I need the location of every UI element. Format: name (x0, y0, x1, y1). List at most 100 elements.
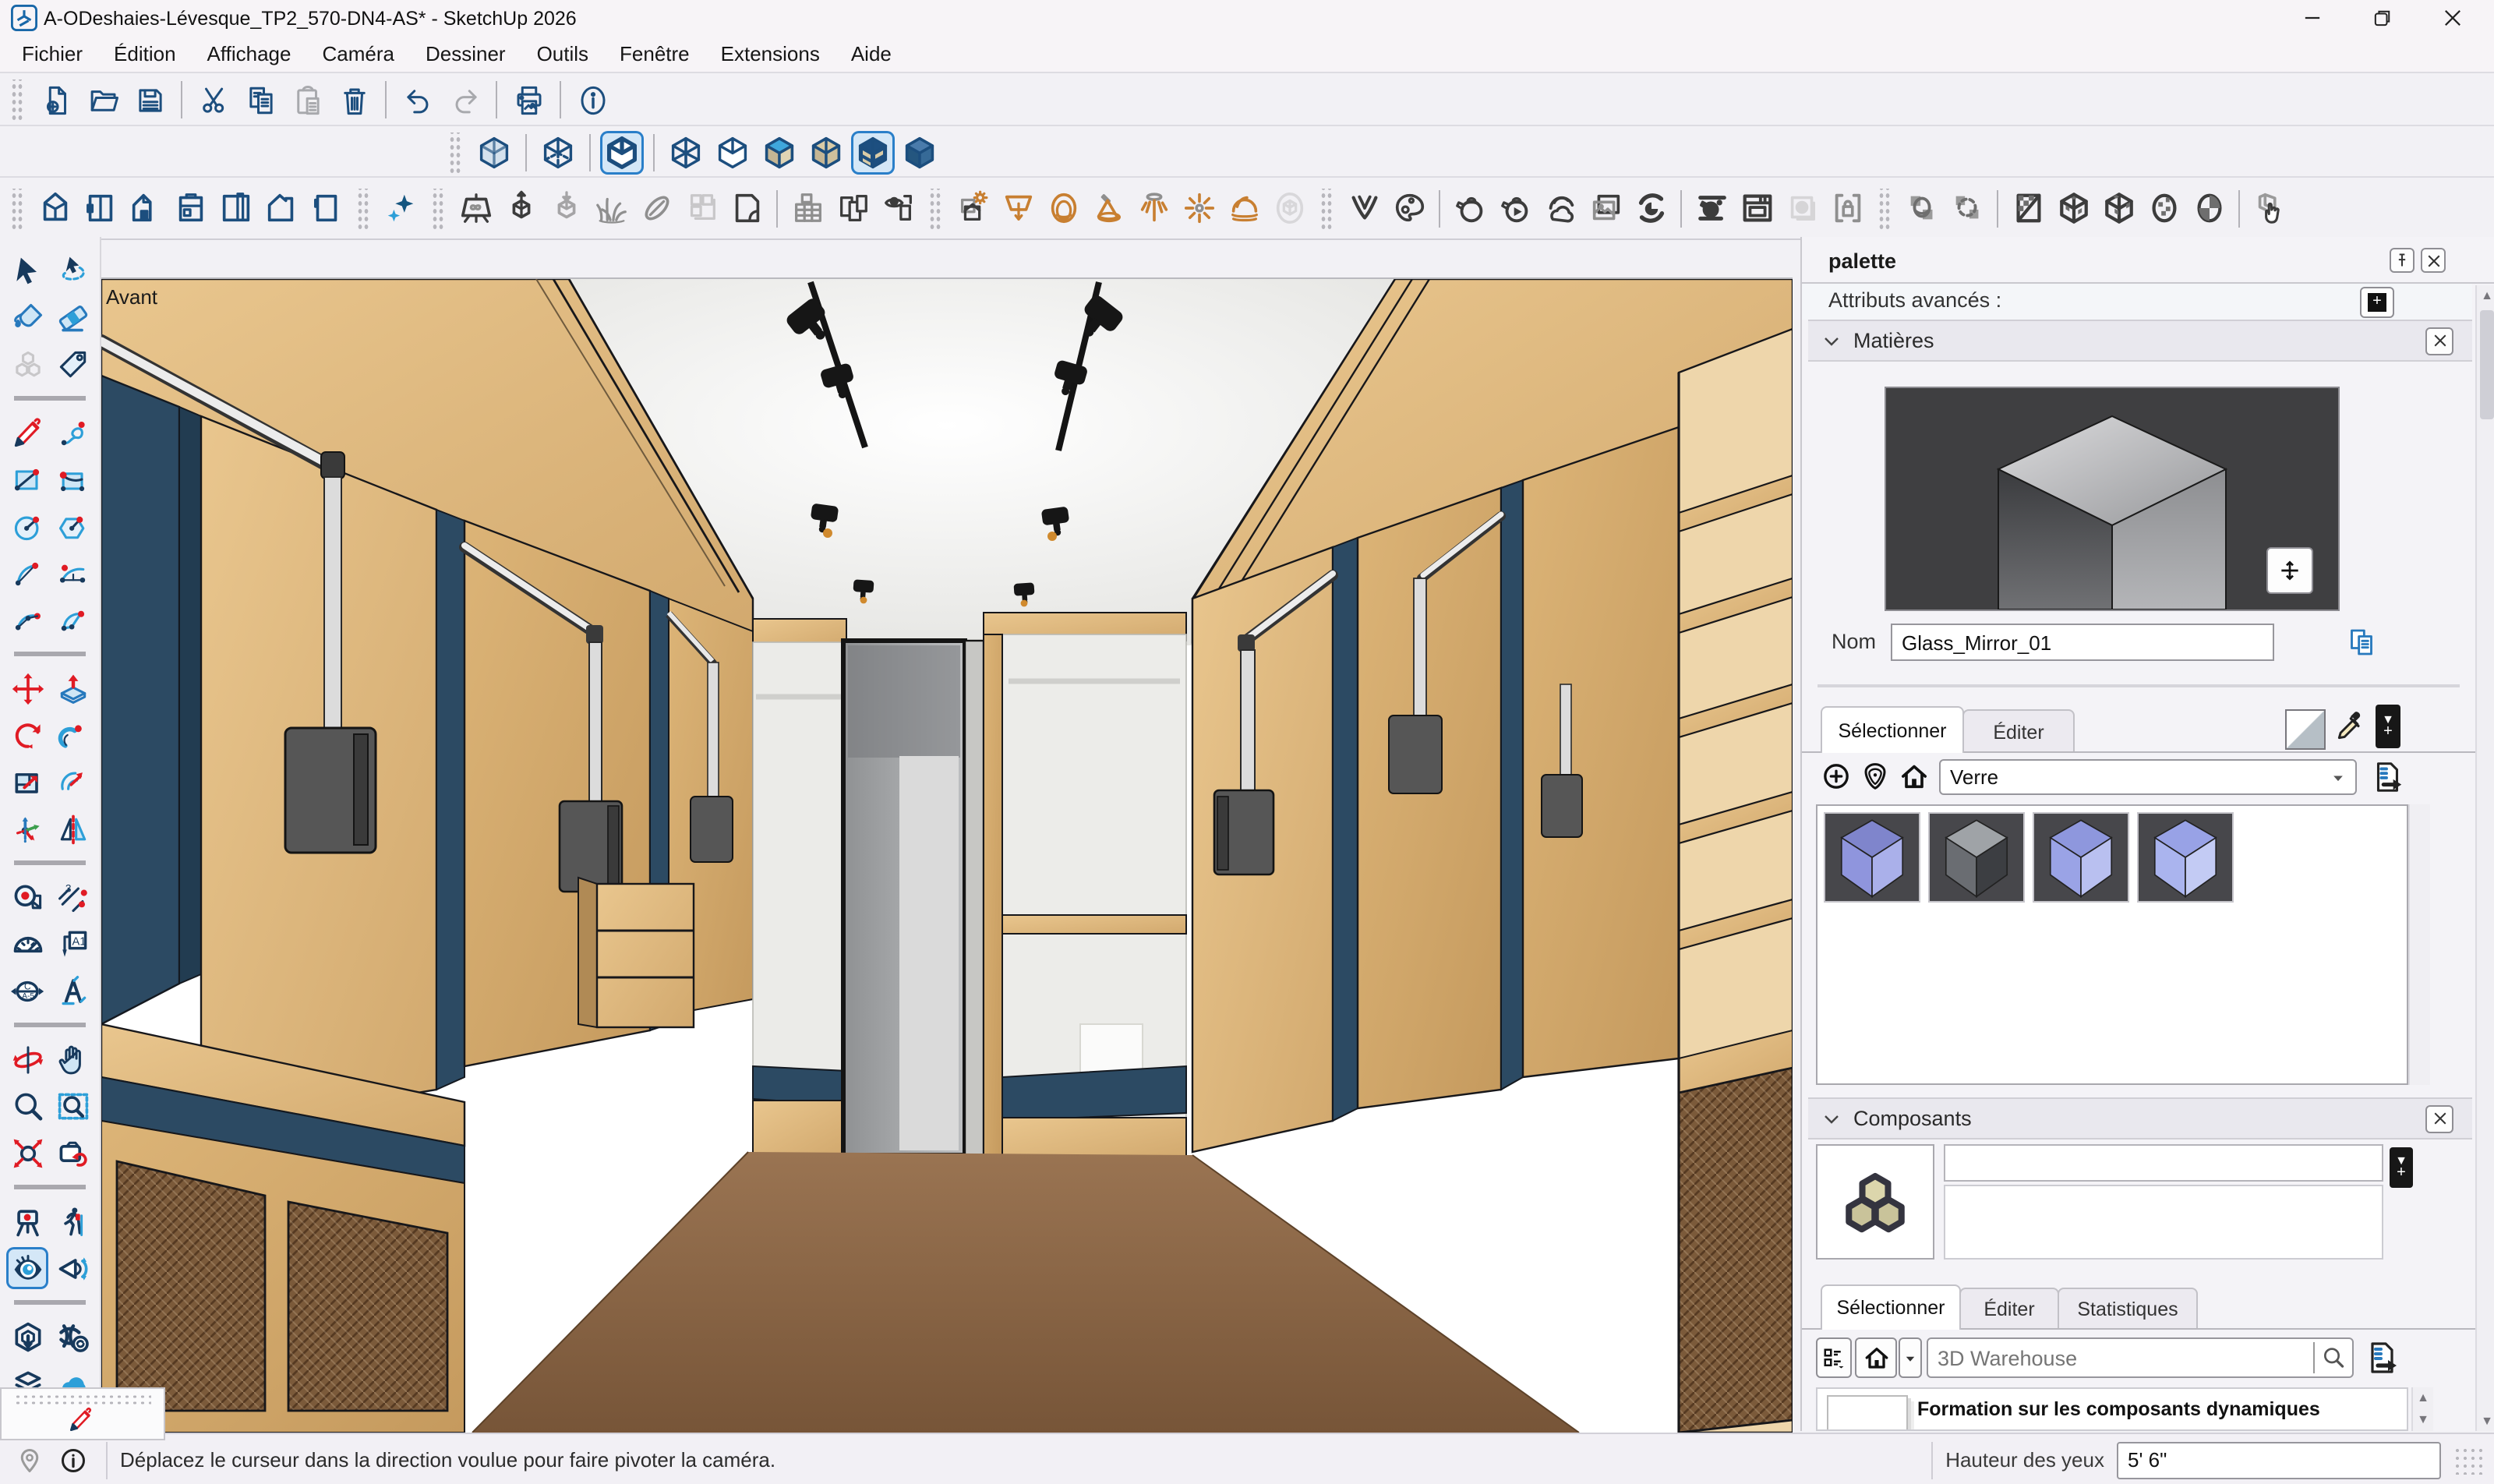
restore-button[interactable] (2358, 2, 2405, 34)
menu-fenetre[interactable]: Fenêtre (604, 39, 705, 69)
default-material-swatch[interactable] (2285, 709, 2326, 750)
tool-texttool-button[interactable]: A1 (51, 923, 94, 965)
tool-circletool-button[interactable] (6, 505, 48, 547)
tool-eraser-button[interactable] (51, 296, 94, 338)
components-tab-statistics[interactable]: Statistiques (2058, 1288, 2198, 1330)
standard-redo-button[interactable] (443, 78, 486, 122)
components-details-button[interactable]: ▼+ (2390, 1147, 2413, 1188)
tool-extwh-button[interactable] (51, 1316, 94, 1358)
tool-poscam-button[interactable] (6, 1200, 48, 1242)
in-model-icon[interactable] (1899, 761, 1930, 792)
tool-lasso-button[interactable] (51, 249, 94, 292)
ext-lockbr-button[interactable] (1825, 186, 1869, 230)
style-ctex2-button[interactable] (851, 130, 895, 174)
collection-dropdown[interactable]: Verre (1939, 759, 2357, 795)
ext-ieslight-button[interactable] (1132, 186, 1175, 230)
material-swatch-1[interactable] (1824, 812, 1920, 903)
ext-cubedown-button[interactable] (544, 186, 588, 230)
ext-chkpage-button[interactable] (2006, 186, 2050, 230)
tool-wh3d-button[interactable] (6, 1316, 48, 1358)
tool-tag-button[interactable] (51, 343, 94, 385)
tool-polytool-button[interactable] (51, 505, 94, 547)
eye-height-input[interactable] (2117, 1441, 2441, 1479)
advanced-attributes-add-button[interactable]: + (2360, 287, 2394, 318)
menu-camera[interactable]: Caméra (306, 39, 410, 69)
ext-meshlight-button[interactable] (1267, 186, 1311, 230)
component-thumbnail[interactable] (1816, 1144, 1934, 1260)
result-thumbnail[interactable] (1827, 1395, 1908, 1431)
ext-imageframe-button[interactable] (1584, 186, 1627, 230)
ext-cubechk1-button[interactable] (2051, 186, 2095, 230)
ext-panels-button[interactable] (831, 186, 874, 230)
drawing-area[interactable]: Avant (101, 277, 1793, 1433)
ext-sunhouse-button[interactable] (951, 186, 994, 230)
tool-arc2-button[interactable] (51, 552, 94, 594)
style-cmono-button[interactable] (898, 130, 941, 174)
collection-list-icon[interactable] (2369, 759, 2405, 795)
tool-recttool-button[interactable] (6, 458, 48, 500)
tool-rotrect-button[interactable] (51, 458, 94, 500)
style-ctex-button[interactable] (804, 130, 848, 174)
credits-icon[interactable] (59, 1446, 87, 1474)
ext-gridpanel-button[interactable] (786, 186, 829, 230)
components-search-input[interactable] (1928, 1346, 2313, 1369)
tool-pushpull-button[interactable] (51, 667, 94, 709)
ext-spherechk2-button[interactable] (2142, 186, 2185, 230)
palette-grip[interactable] (14, 1394, 151, 1404)
panel-scroll-down-icon[interactable]: ▼ (2477, 1411, 2494, 1431)
ext-vpalette-button[interactable] (1387, 186, 1431, 230)
geolocation-icon[interactable] (16, 1446, 44, 1474)
toolbar-grip[interactable] (1878, 188, 1891, 228)
palette-close-icon[interactable] (2421, 248, 2446, 273)
tool-zoomext-button[interactable] (6, 1132, 48, 1174)
materials-close-icon[interactable] (2425, 327, 2453, 355)
tool-sectlabel-button[interactable]: CA-5 (6, 970, 48, 1012)
tool-orbit-button[interactable] (6, 1038, 48, 1080)
tool-paint-button[interactable] (6, 296, 48, 338)
ext-spherelight-button[interactable] (1041, 186, 1085, 230)
toolbar-grip[interactable] (1320, 188, 1333, 228)
panel-scroll-up-icon[interactable]: ▲ (2477, 285, 2494, 306)
ext-cubechk2-button[interactable] (2097, 186, 2140, 230)
scroll-up-icon[interactable]: ▲ (2413, 1387, 2433, 1406)
tool-dim-button[interactable]: 3 (51, 876, 94, 918)
tool-arc1-button[interactable] (6, 552, 48, 594)
ext-v1-button[interactable] (33, 186, 76, 230)
tool-lookaround-button[interactable] (6, 1247, 48, 1289)
ext-update-button[interactable] (1629, 186, 1673, 230)
style-coutl-button[interactable] (600, 130, 644, 174)
ext-eyepanel-button[interactable] (876, 186, 920, 230)
standard-copy-button[interactable] (238, 78, 282, 122)
view-options-icon[interactable] (1816, 1337, 1852, 1378)
standard-info-button[interactable] (571, 78, 614, 122)
tool-pietool-button[interactable] (51, 599, 94, 641)
standard-undo-button[interactable] (396, 78, 440, 122)
material-swatch-2[interactable] (1928, 812, 2025, 903)
ext-framebuffer-button[interactable] (1735, 186, 1779, 230)
minimize-button[interactable] (2288, 2, 2335, 34)
swatch-scrollbar[interactable] (2408, 804, 2430, 1085)
components-tab-edit[interactable]: Éditer (1959, 1288, 2059, 1330)
toolbar-grip[interactable] (11, 80, 23, 120)
components-tab-select[interactable]: Sélectionner (1821, 1284, 1961, 1330)
sample-paint-icon[interactable] (2333, 709, 2368, 744)
scroll-down-icon[interactable]: ▼ (2413, 1409, 2433, 1428)
ext-spherechk3-button[interactable] (2187, 186, 2231, 230)
ext-cubeup-button[interactable] (499, 186, 542, 230)
ext-spotlight-button[interactable] (1086, 186, 1130, 230)
texture-library-icon[interactable] (1860, 761, 1891, 792)
title-bar[interactable]: A-ODeshaies-Lévesque_TP2_570-DN4-AS* - S… (0, 0, 2494, 36)
tool-prevview-button[interactable] (51, 1132, 94, 1174)
material-preview[interactable] (1885, 387, 2340, 611)
style-cshad-button[interactable] (758, 130, 801, 174)
ext-rectlight-button[interactable] (996, 186, 1040, 230)
toolbar-grip[interactable] (432, 188, 444, 228)
ext-spherechk-button[interactable] (1900, 186, 1944, 230)
ext-grass-button[interactable] (589, 186, 633, 230)
standard-save-button[interactable] (128, 78, 171, 122)
tool-move-button[interactable] (6, 667, 48, 709)
ext-v5-button[interactable] (214, 186, 257, 230)
line-tool-mini-icon[interactable] (67, 1406, 95, 1434)
ext-cubehand-button[interactable] (2248, 186, 2291, 230)
result-title[interactable]: Formation sur les composants dynamiques (1917, 1398, 2320, 1420)
